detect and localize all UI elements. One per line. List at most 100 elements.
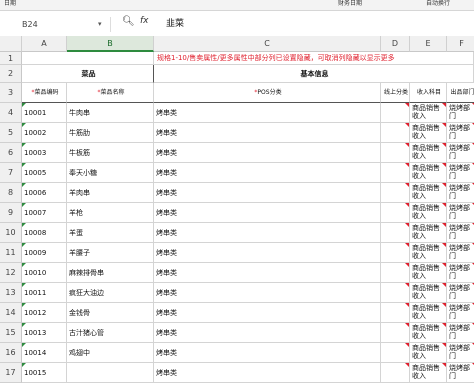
- cell-dish-name[interactable]: 羊枪: [67, 203, 154, 223]
- row-header[interactable]: 8: [0, 183, 22, 203]
- cell-production-dept[interactable]: 烧烤部门: [447, 323, 474, 343]
- cell-production-dept[interactable]: 烧烤部门: [447, 123, 474, 143]
- cell-dish-code[interactable]: 10007: [22, 203, 67, 223]
- cell-dish-code[interactable]: 10006: [22, 183, 67, 203]
- cell-production-dept[interactable]: 烧烤部门: [447, 103, 474, 123]
- row-header[interactable]: 2: [0, 65, 22, 83]
- column-header-c[interactable]: C: [154, 36, 381, 52]
- chevron-down-icon[interactable]: ▾: [98, 17, 102, 32]
- cell-pos-category[interactable]: 烤串类: [154, 303, 381, 323]
- cell-production-dept[interactable]: 烧烤部门: [447, 263, 474, 283]
- row-header[interactable]: 17: [0, 363, 22, 383]
- cell-dish-name[interactable]: 羊腰子: [67, 243, 154, 263]
- row-header[interactable]: 12: [0, 263, 22, 283]
- row-header[interactable]: 13: [0, 283, 22, 303]
- cell-production-dept[interactable]: 烧烤部门: [447, 283, 474, 303]
- cell-dish-name[interactable]: 麻辣排骨串: [67, 263, 154, 283]
- cell-pos-category[interactable]: 烤串类: [154, 143, 381, 163]
- cell-production-dept[interactable]: 烧烤部门: [447, 203, 474, 223]
- cell-dish-code[interactable]: 10005: [22, 163, 67, 183]
- dropdown-marker: [405, 303, 409, 307]
- cell-production-dept[interactable]: 烧烤部门: [447, 303, 474, 323]
- cell-dish-code[interactable]: 10014: [22, 343, 67, 363]
- row-header[interactable]: 9: [0, 203, 22, 223]
- cell-dish-code[interactable]: 10001: [22, 103, 67, 123]
- cell-production-dept[interactable]: 烧烤部门: [447, 183, 474, 203]
- cell-marker: [22, 183, 26, 187]
- cell-pos-category[interactable]: 烤串类: [154, 183, 381, 203]
- dropdown-marker: [405, 183, 409, 187]
- cell-dish-code[interactable]: 10013: [22, 323, 67, 343]
- cell-pos-category[interactable]: 烤串类: [154, 203, 381, 223]
- dropdown-marker: [405, 163, 409, 167]
- cell-production-dept[interactable]: 烧烤部门: [447, 223, 474, 243]
- cell-dish-name[interactable]: 羊蛋: [67, 223, 154, 243]
- cell-production-dept[interactable]: 烧烤部门: [447, 143, 474, 163]
- row-header[interactable]: 16: [0, 343, 22, 363]
- dropdown-marker: [405, 103, 409, 107]
- cell-dish-name[interactable]: 牛筋肋: [67, 123, 154, 143]
- row-header[interactable]: 7: [0, 163, 22, 183]
- cell-dish-name[interactable]: 金钱骨: [67, 303, 154, 323]
- cell-marker: [22, 243, 26, 247]
- cell-production-dept[interactable]: 烧烤部门: [447, 163, 474, 183]
- cell-dish-code[interactable]: 10009: [22, 243, 67, 263]
- row-header[interactable]: 4: [0, 103, 22, 123]
- cell-dish-name[interactable]: 羊肉串: [67, 183, 154, 203]
- select-all-corner[interactable]: [0, 36, 22, 52]
- cell-pos-category[interactable]: 烤串类: [154, 103, 381, 123]
- cell-dish-name[interactable]: 古汁猪心管: [67, 323, 154, 343]
- toolbar-item[interactable]: 财务日期: [338, 0, 362, 8]
- cell-dish-name[interactable]: 鸡翅中: [67, 343, 154, 363]
- cell-dish-code[interactable]: 10003: [22, 143, 67, 163]
- cell-pos-category[interactable]: 烤串类: [154, 123, 381, 143]
- cell-marker: [22, 123, 26, 127]
- cell-dish-code[interactable]: 10002: [22, 123, 67, 143]
- cell-dish-name[interactable]: 奉天小糖: [67, 163, 154, 183]
- cell-dish-code[interactable]: 10015: [22, 363, 67, 383]
- cell-pos-category[interactable]: 烤串类: [154, 243, 381, 263]
- cell-dish-name[interactable]: [67, 363, 154, 383]
- row-header[interactable]: 11: [0, 243, 22, 263]
- row-header[interactable]: 3: [0, 83, 22, 103]
- zoom-icon[interactable]: 🔍︎: [122, 16, 135, 27]
- column-header-a[interactable]: A: [22, 36, 67, 52]
- cell-pos-category[interactable]: 烤串类: [154, 323, 381, 343]
- row-header[interactable]: 6: [0, 143, 22, 163]
- cell-pos-category[interactable]: 烤串类: [154, 263, 381, 283]
- cell-production-dept[interactable]: 烧烤部门: [447, 243, 474, 263]
- cell-pos-category[interactable]: 烤串类: [154, 163, 381, 183]
- cell-dish-name[interactable]: 牛肉串: [67, 103, 154, 123]
- cell-row1-a[interactable]: [22, 52, 154, 65]
- column-header-d[interactable]: D: [381, 36, 410, 52]
- cell-dish-name[interactable]: 牛板筋: [67, 143, 154, 163]
- cell-production-dept[interactable]: 烧烤部门: [447, 363, 474, 383]
- formula-input[interactable]: 韭菜: [166, 17, 184, 32]
- toolbar-item[interactable]: 日期: [4, 0, 16, 8]
- cell-pos-category[interactable]: 烤串类: [154, 343, 381, 363]
- row-header[interactable]: 10: [0, 223, 22, 243]
- cell-dish-code[interactable]: 10012: [22, 303, 67, 323]
- cell-pos-category[interactable]: 烤串类: [154, 223, 381, 243]
- row-header[interactable]: 14: [0, 303, 22, 323]
- column-header-f[interactable]: F: [447, 36, 474, 52]
- fx-label[interactable]: fx: [140, 16, 149, 26]
- cell-dish-code[interactable]: 10010: [22, 263, 67, 283]
- column-header-b[interactable]: B: [67, 36, 154, 52]
- dropdown-marker: [442, 163, 446, 167]
- row-header[interactable]: 15: [0, 323, 22, 343]
- row-header[interactable]: 1: [0, 52, 22, 65]
- cell-dish-code[interactable]: 10008: [22, 223, 67, 243]
- cell-pos-category[interactable]: 烤串类: [154, 283, 381, 303]
- cell-pos-category[interactable]: 烤串类: [154, 363, 381, 383]
- cell-marker: [22, 263, 26, 267]
- cell-production-dept[interactable]: 烧烤部门: [447, 343, 474, 363]
- header-production-dept: 出品部门: [447, 83, 474, 103]
- name-box[interactable]: B24: [22, 17, 92, 32]
- cell-dish-name[interactable]: 疯狂大油边: [67, 283, 154, 303]
- column-header-e[interactable]: E: [410, 36, 447, 52]
- notice-banner: 规格1-10/售卖属性/更多属性中部分列已设置隐藏，可取消列隐藏以显示更多: [154, 52, 474, 65]
- row-header[interactable]: 5: [0, 123, 22, 143]
- toolbar-item[interactable]: 自动换行: [426, 0, 450, 8]
- cell-dish-code[interactable]: 10011: [22, 283, 67, 303]
